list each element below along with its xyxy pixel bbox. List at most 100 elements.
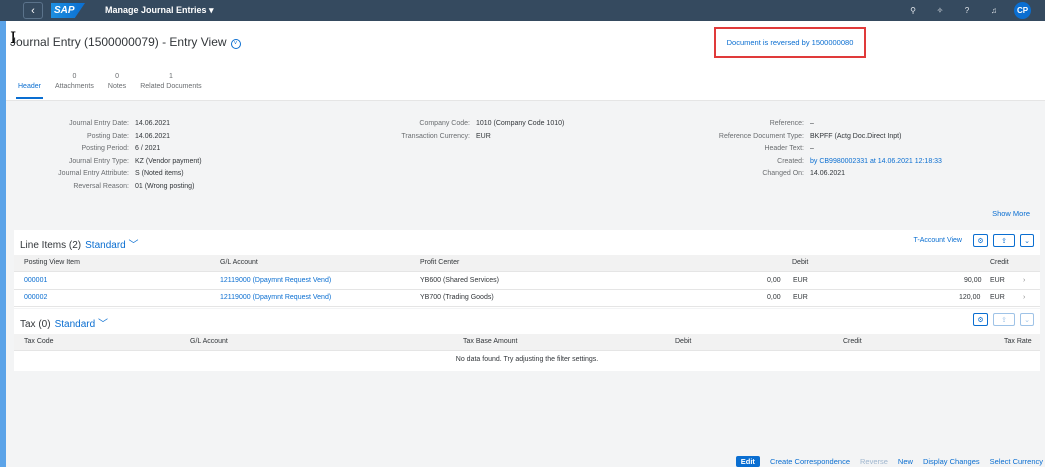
- profit-center: YB700 (Trading Goods): [420, 294, 494, 301]
- export-menu-button[interactable]: ⌄: [1020, 234, 1034, 247]
- edit-button[interactable]: Edit: [735, 456, 760, 467]
- facet-label: Reference Document Type:: [718, 132, 804, 140]
- debit-currency: EUR: [793, 277, 808, 284]
- tab-related-documents[interactable]: 1 Related Documents: [140, 73, 201, 99]
- chevron-left-icon: ‹: [31, 4, 35, 17]
- gl-account-link[interactable]: 12119000 (Dpaymnt Request Vend): [220, 294, 331, 301]
- credit-currency: EUR: [990, 277, 1005, 284]
- chevron-down-icon: ⌄: [1024, 237, 1030, 245]
- facet-value: 01 (Wrong posting): [135, 182, 195, 190]
- app-title-menu[interactable]: Manage Journal Entries ▾: [105, 5, 214, 16]
- copilot-icon[interactable]: ✧: [933, 6, 947, 15]
- export-button[interactable]: ⇪: [993, 234, 1015, 247]
- tab-label: Header: [18, 83, 41, 90]
- tab-attachments[interactable]: 0 Attachments: [55, 73, 94, 99]
- variant-label: Standard: [54, 319, 96, 330]
- gear-icon: ⚙: [977, 237, 984, 245]
- chevron-right-icon[interactable]: ›: [1023, 294, 1025, 301]
- export-menu-button[interactable]: ⌄: [1020, 313, 1034, 326]
- facet-row: Created: by CB9980002331 at 14.06.2021 12…: [684, 158, 942, 171]
- export-button[interactable]: ⇪: [993, 313, 1015, 326]
- column-header[interactable]: G/L Account: [190, 338, 228, 345]
- tab-count: 1: [168, 73, 173, 80]
- facet-row: Journal Entry Attribute: S (Noted items): [24, 170, 202, 183]
- column-header[interactable]: Credit: [990, 259, 1009, 266]
- facet-value: BKPFF (Actg Doc.Direct Inpt): [810, 132, 902, 140]
- tab-label: Related Documents: [140, 83, 202, 90]
- column-header[interactable]: Debit: [792, 259, 808, 266]
- facet-value: KZ (Vendor payment): [135, 157, 202, 165]
- facet-value: 14.06.2021: [135, 132, 171, 140]
- tab-notes[interactable]: 0 Notes: [108, 73, 126, 99]
- facet-label: Changed On:: [762, 170, 804, 177]
- column-header[interactable]: G/L Account: [220, 259, 258, 266]
- chevron-down-icon: ﹀: [97, 319, 108, 330]
- no-data-message: No data found. Try adjusting the filter …: [455, 356, 599, 363]
- tax-count: Tax (0): [20, 319, 51, 330]
- line-items-count: Line Items (2): [20, 240, 82, 251]
- facet-value: EUR: [476, 132, 491, 140]
- settings-button[interactable]: ⚙: [973, 313, 988, 326]
- chevron-right-icon[interactable]: ›: [1023, 277, 1025, 284]
- chevron-down-icon[interactable]: ˅: [230, 39, 241, 49]
- shell-bar: ‹ SAP Manage Journal Entries ▾ ⚲ ✧ ? ♫ C…: [0, 0, 1045, 21]
- page-title-text: Journal Entry (1500000079) - Entry View: [10, 35, 227, 49]
- bell-icon[interactable]: ♫: [987, 6, 1001, 15]
- back-button[interactable]: ‹: [23, 2, 43, 19]
- reversal-link[interactable]: Document is reversed by 1500000080: [727, 38, 854, 47]
- facet-label: Posting Date:: [86, 132, 129, 140]
- reverse-button[interactable]: Reverse: [860, 457, 888, 466]
- search-icon[interactable]: ⚲: [906, 6, 920, 15]
- table-row[interactable]: 000002 12119000 (Dpaymnt Request Vend) Y…: [14, 290, 1040, 307]
- column-header[interactable]: Tax Base Amount: [463, 338, 517, 345]
- select-currency-button[interactable]: Select Currency: [990, 457, 1043, 466]
- facet-value: S (Noted items): [135, 170, 184, 177]
- facet-row: Header Text: –: [684, 145, 942, 158]
- facet-value: 14.06.2021: [810, 170, 846, 177]
- facet-value: –: [810, 120, 814, 127]
- facet-row: Company Code: 1010 (Company Code 1010): [356, 120, 564, 133]
- facet-value: 14.06.2021: [135, 120, 171, 127]
- facet-label: Journal Entry Attribute:: [58, 170, 129, 177]
- user-avatar[interactable]: CP: [1014, 2, 1031, 19]
- chevron-down-icon: ﹀: [128, 240, 139, 251]
- facet-label: Transaction Currency:: [401, 132, 470, 140]
- create-correspondence-button[interactable]: Create Correspondence: [770, 457, 850, 466]
- facet-row: Transaction Currency: EUR: [356, 133, 564, 146]
- object-header: I Journal Entry (1500000079) - Entry Vie…: [6, 21, 1045, 101]
- posting-item-link[interactable]: 000001: [24, 277, 47, 284]
- t-account-view-button[interactable]: T-Account View: [913, 237, 962, 244]
- tab-header[interactable]: Header: [16, 73, 43, 99]
- column-header[interactable]: Profit Center: [420, 259, 459, 266]
- facet-value: –: [810, 145, 814, 152]
- page-title: Journal Entry (1500000079) - Entry View ˅: [10, 35, 241, 49]
- help-icon[interactable]: ?: [960, 6, 974, 15]
- facet-row: Journal Entry Type: KZ (Vendor payment): [24, 158, 202, 171]
- table-row[interactable]: 000001 12119000 (Dpaymnt Request Vend) Y…: [14, 273, 1040, 290]
- posting-item-link[interactable]: 000002: [24, 294, 47, 301]
- debit-amount: 0,00: [767, 277, 781, 284]
- gear-icon: ⚙: [977, 316, 984, 324]
- column-header[interactable]: Posting View Item: [24, 259, 80, 266]
- facet-row: Journal Entry Date: 14.06.2021: [24, 120, 202, 133]
- column-header[interactable]: Credit: [843, 338, 862, 345]
- tab-count: 0: [115, 73, 119, 80]
- tax-header-row: Tax Code G/L Account Tax Base Amount Deb…: [14, 334, 1040, 351]
- settings-button[interactable]: ⚙: [973, 234, 988, 247]
- column-header[interactable]: Debit: [675, 338, 691, 345]
- facet-label: Reversal Reason:: [73, 182, 129, 190]
- line-items-title: Line Items (2) Standard ﹀: [20, 236, 139, 251]
- new-button[interactable]: New: [898, 457, 913, 466]
- tab-label: Attachments: [54, 83, 94, 90]
- variant-selector[interactable]: Standard ﹀: [55, 319, 108, 330]
- column-header[interactable]: Tax Rate: [1004, 338, 1032, 345]
- variant-selector[interactable]: Standard ﹀: [85, 240, 138, 251]
- facet-value: 1010 (Company Code 1010): [476, 120, 565, 127]
- column-header[interactable]: Tax Code: [24, 338, 54, 345]
- gl-account-link[interactable]: 12119000 (Dpaymnt Request Vend): [220, 277, 331, 284]
- display-changes-button[interactable]: Display Changes: [923, 457, 980, 466]
- created-by-link[interactable]: by CB9980002331 at 14.06.2021 12:18:33: [810, 158, 942, 171]
- show-more-link[interactable]: Show More: [992, 209, 1030, 218]
- facet-column-3: Reference: – Reference Document Type: BKPF…: [684, 120, 942, 183]
- facet-column-1: Journal Entry Date: 14.06.2021 Posting Da…: [24, 120, 202, 195]
